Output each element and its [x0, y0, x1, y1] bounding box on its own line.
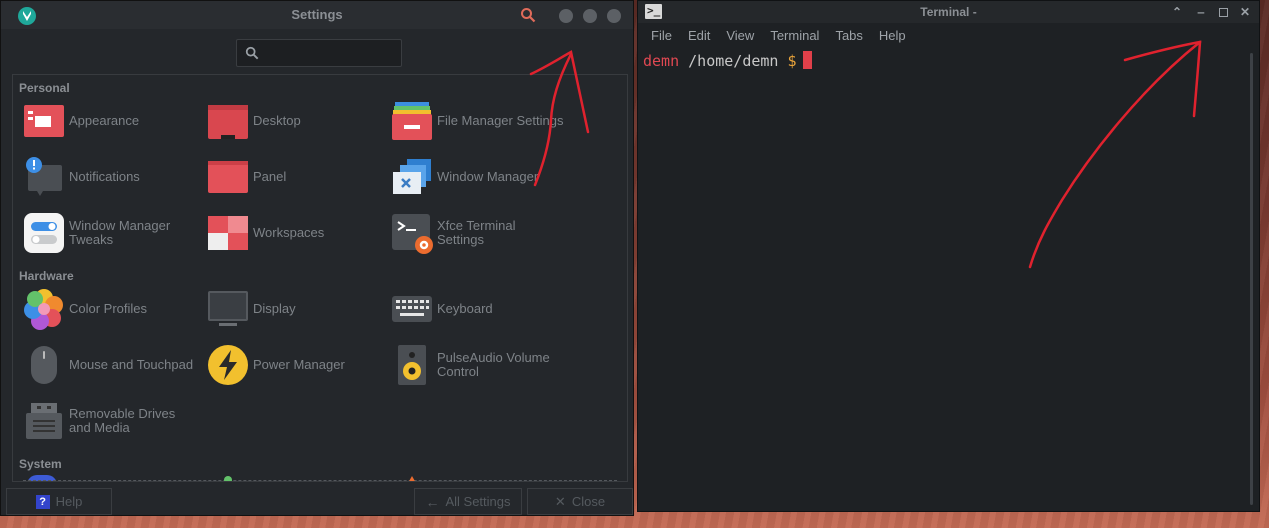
roll-up-button[interactable]: ⌃	[1170, 5, 1184, 19]
menu-edit[interactable]: Edit	[680, 28, 718, 43]
settings-search-box[interactable]	[236, 39, 402, 67]
keyboard-icon	[391, 288, 433, 330]
help-button[interactable]: ? Help	[6, 488, 112, 515]
workspaces-icon	[207, 212, 249, 254]
item-label: Panel	[253, 169, 287, 184]
item-label: Keyboard	[437, 301, 493, 316]
help-label: Help	[55, 494, 83, 509]
item-label: File Manager Settings	[437, 113, 564, 128]
menu-file[interactable]: File	[643, 28, 680, 43]
close-label: Close	[571, 494, 606, 509]
maximize-icon	[1218, 8, 1228, 18]
item-keyboard[interactable]: Keyboard	[391, 287, 493, 331]
all-settings-button[interactable]: ← All Settings	[414, 488, 522, 515]
system-divider	[23, 480, 617, 481]
minimize-button[interactable]	[559, 9, 573, 23]
terminal-settings-icon	[391, 212, 433, 254]
item-label: Mouse and Touchpad	[69, 357, 194, 372]
item-label: Display	[253, 301, 296, 316]
menu-help[interactable]: Help	[871, 28, 914, 43]
item-label: Workspaces	[253, 225, 325, 240]
removable-drives-icon	[23, 400, 65, 442]
all-settings-label: All Settings	[445, 494, 511, 509]
item-color-profiles[interactable]: Color Profiles	[23, 287, 147, 331]
terminal-app-icon: >_	[645, 4, 662, 19]
item-label: Window Manager	[437, 169, 539, 184]
terminal-titlebar: >_ Terminal - ⌃ ‒ ✕	[638, 1, 1259, 23]
settings-window: Settings Personal Appearance Desktop Fil…	[0, 0, 634, 516]
settings-button-bar: ? Help ← All Settings ✕ Close	[1, 485, 633, 516]
item-panel[interactable]: Panel	[207, 155, 286, 199]
item-file-manager-settings[interactable]: File Manager Settings	[391, 99, 563, 143]
item-window-manager-tweaks[interactable]: Window Manager Tweaks	[23, 211, 170, 255]
search-icon[interactable]	[520, 7, 536, 23]
item-label: Notifications	[69, 169, 140, 184]
menu-terminal[interactable]: Terminal	[762, 28, 827, 43]
help-icon: ?	[35, 494, 50, 509]
close-button[interactable]: ✕	[1238, 5, 1252, 19]
item-workspaces[interactable]: Workspaces	[207, 211, 324, 255]
item-label: Window Manager Tweaks	[69, 218, 171, 247]
panel-icon	[207, 156, 249, 198]
notifications-icon	[23, 156, 65, 198]
item-label: Removable Drives and Media	[69, 406, 176, 435]
section-hardware: Hardware	[19, 269, 74, 283]
terminal-window: >_ Terminal - ⌃ ‒ ✕ File Edit View Termi…	[637, 0, 1260, 512]
search-input[interactable]	[265, 43, 397, 65]
desktop-icon	[207, 100, 249, 142]
settings-title: Settings	[291, 7, 343, 22]
system-item-partial	[224, 476, 232, 481]
close-button[interactable]	[607, 9, 621, 23]
item-display[interactable]: Display	[207, 287, 296, 331]
item-notifications[interactable]: Notifications	[23, 155, 140, 199]
item-label: Desktop	[253, 113, 301, 128]
item-label: Power Manager	[253, 357, 345, 372]
item-label: Xfce Terminal Settings	[437, 218, 516, 247]
maximize-button[interactable]	[1216, 5, 1230, 19]
item-pulseaudio-volume-control[interactable]: PulseAudio Volume Control	[391, 343, 550, 387]
back-arrow-icon: ←	[425, 493, 440, 510]
terminal-title: Terminal -	[920, 5, 977, 19]
settings-app-icon	[18, 7, 36, 25]
item-xfce-terminal-settings[interactable]: Xfce Terminal Settings	[391, 211, 516, 255]
menu-view[interactable]: View	[718, 28, 762, 43]
display-icon	[207, 288, 249, 330]
system-item-partial	[408, 476, 416, 481]
text-cursor	[802, 51, 812, 69]
item-appearance[interactable]: Appearance	[23, 99, 139, 143]
search-icon	[245, 46, 259, 60]
speaker-icon	[391, 344, 433, 386]
prompt-path: /home/demn	[688, 52, 779, 70]
prompt-sign: $	[787, 52, 797, 70]
settings-titlebar: Settings	[1, 1, 633, 29]
item-removable-drives[interactable]: Removable Drives and Media	[23, 399, 175, 443]
item-mouse-touchpad[interactable]: Mouse and Touchpad	[23, 343, 193, 387]
tweaks-icon	[23, 212, 65, 254]
item-label: Color Profiles	[69, 301, 148, 316]
power-manager-icon	[207, 344, 249, 386]
section-system: System	[19, 457, 62, 471]
close-dialog-button[interactable]: ✕ Close	[527, 488, 633, 515]
mouse-icon	[23, 344, 65, 386]
item-label: PulseAudio Volume Control	[437, 350, 550, 379]
terminal-scrollbar[interactable]	[1250, 53, 1253, 505]
maximize-button[interactable]	[583, 9, 597, 23]
terminal-output[interactable]: demn /home/demn $	[638, 47, 1247, 511]
minimize-button[interactable]: ‒	[1194, 5, 1208, 19]
close-icon: ✕	[554, 493, 566, 509]
item-window-manager[interactable]: Window Manager	[391, 155, 538, 199]
settings-panel: Personal Appearance Desktop File Manager…	[12, 74, 628, 482]
item-label: Appearance	[69, 113, 140, 128]
file-manager-icon	[391, 100, 433, 142]
item-desktop[interactable]: Desktop	[207, 99, 301, 143]
item-power-manager[interactable]: Power Manager	[207, 343, 345, 387]
section-personal: Personal	[19, 81, 70, 95]
menu-tabs[interactable]: Tabs	[827, 28, 870, 43]
window-manager-icon	[391, 156, 433, 198]
appearance-icon	[23, 100, 65, 142]
terminal-menubar: File Edit View Terminal Tabs Help	[638, 23, 1259, 47]
prompt-user: demn	[643, 52, 680, 70]
color-profiles-icon	[23, 288, 65, 330]
